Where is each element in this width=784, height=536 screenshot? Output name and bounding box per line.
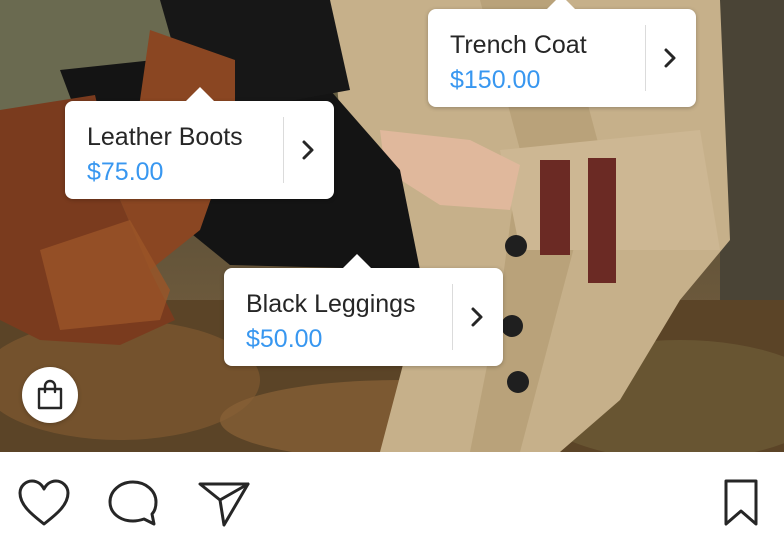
- shopping-bag-icon: [37, 379, 63, 410]
- paper-plane-icon[interactable]: [196, 478, 252, 528]
- product-tag-black-leggings[interactable]: Black Leggings $50.00: [224, 254, 503, 366]
- product-tag-leather-boots[interactable]: Leather Boots $75.00: [65, 87, 334, 199]
- heart-icon[interactable]: [16, 478, 72, 528]
- product-price: $75.00: [87, 158, 164, 186]
- comment-icon[interactable]: [106, 478, 160, 528]
- post-action-bar: [0, 452, 784, 536]
- product-price: $50.00: [246, 325, 323, 353]
- product-name: Trench Coat: [450, 31, 587, 59]
- shop-button[interactable]: [22, 367, 78, 423]
- tag-divider: [452, 284, 453, 350]
- product-tag-trench-coat[interactable]: Trench Coat $150.00: [428, 0, 696, 107]
- product-price: $150.00: [450, 66, 541, 94]
- tag-divider: [645, 25, 646, 91]
- chevron-right-icon[interactable]: [658, 45, 682, 71]
- chevron-right-icon[interactable]: [465, 304, 489, 330]
- chevron-right-icon[interactable]: [296, 137, 320, 163]
- tag-divider: [283, 117, 284, 183]
- product-name: Black Leggings: [246, 290, 416, 318]
- product-name: Leather Boots: [87, 123, 243, 151]
- bookmark-icon[interactable]: [718, 478, 764, 528]
